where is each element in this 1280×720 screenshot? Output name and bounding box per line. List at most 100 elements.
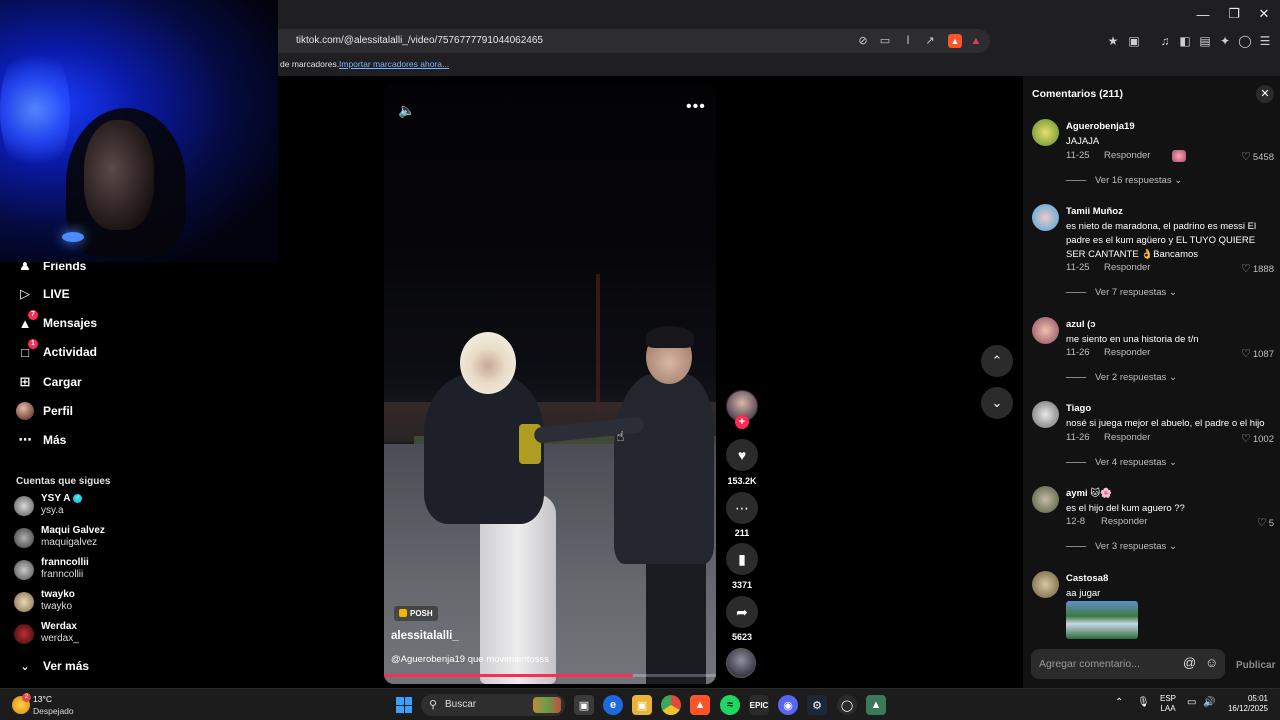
brave-icon[interactable]: ▲ — [690, 695, 710, 715]
view-replies-button[interactable]: Ver 2 respuestas ⌄ — [1066, 372, 1177, 383]
translate-icon[interactable]: ا — [901, 34, 915, 48]
comment-like-button[interactable]: ♡ 5 — [1257, 516, 1274, 529]
next-video-button[interactable]: ⌄ — [981, 387, 1013, 419]
comment-image[interactable] — [1066, 601, 1138, 639]
ai-assistant-icon[interactable]: ✦ — [1217, 33, 1233, 49]
menu-icon[interactable]: ☰ — [1257, 33, 1273, 49]
comment-user[interactable]: Tamii Muñoz — [1066, 206, 1123, 217]
following-account[interactable]: Maqui Galvez maquigalvez — [14, 524, 254, 552]
extensions-icon[interactable]: ★ — [1105, 33, 1121, 49]
minimize-button[interactable]: — — [1187, 0, 1219, 28]
reply-button[interactable]: Responder — [1104, 262, 1150, 273]
comment-like-button[interactable]: ♡ 1888 — [1241, 262, 1274, 275]
following-account[interactable]: franncollii franncollii — [14, 556, 254, 584]
brave-shield-icon[interactable]: ▲ — [948, 34, 962, 48]
microphone-icon[interactable]: 🎙 — [1137, 697, 1150, 708]
brave-rewards-icon[interactable]: ▲ — [969, 34, 983, 48]
restore-button[interactable]: ❐ — [1218, 0, 1250, 28]
avatar[interactable] — [1032, 204, 1059, 231]
network-icon[interactable]: ▭ — [1187, 697, 1196, 708]
following-account[interactable]: Werdax werdax_ — [14, 620, 254, 648]
no-translate-icon[interactable]: ⊘ — [856, 34, 870, 48]
close-window-button[interactable]: ✕ — [1248, 0, 1280, 28]
reply-button[interactable]: Responder — [1104, 347, 1150, 358]
comment-like-button[interactable]: ♡ 1087 — [1241, 347, 1274, 360]
url-box[interactable]: tiktok.com/@alessitalalli_/video/7576777… — [278, 29, 990, 53]
view-replies-button[interactable]: Ver 3 respuestas ⌄ — [1066, 541, 1177, 552]
comment-user[interactable]: Aguerobenja19 — [1066, 121, 1135, 132]
view-replies-button[interactable]: Ver 7 respuestas ⌄ — [1066, 287, 1177, 298]
video-author[interactable]: alessitalalli_ — [391, 630, 459, 642]
reply-button[interactable]: Responder — [1101, 516, 1147, 527]
cast-icon[interactable]: ▭ — [878, 34, 892, 48]
clock[interactable]: 05:01 16/12/2025 — [1224, 694, 1268, 714]
screenshot-icon[interactable]: ▣ — [1126, 33, 1142, 49]
following-account[interactable]: twayko twayko — [14, 588, 254, 616]
sidebar-item-profile[interactable]: Perfil — [16, 401, 73, 421]
reply-button[interactable]: Responder — [1104, 432, 1150, 443]
avatar[interactable] — [1032, 401, 1059, 428]
video-tag-badge[interactable]: POSH — [394, 606, 438, 621]
sidebar-item-live[interactable]: ▷ LIVE — [16, 284, 70, 304]
follow-plus-icon[interactable]: + — [735, 415, 749, 429]
like-button[interactable]: ♥ — [726, 439, 758, 471]
previous-video-button[interactable]: ⌃ — [981, 345, 1013, 377]
wallet-icon[interactable]: ▤ — [1197, 33, 1213, 49]
avatar[interactable] — [1032, 571, 1059, 598]
comment-button[interactable]: ⋯ — [726, 492, 758, 524]
comment-user[interactable]: Tiago — [1066, 403, 1091, 414]
avatar[interactable] — [1032, 119, 1059, 146]
comment-user[interactable]: azul (ɔ — [1066, 319, 1096, 330]
following-account[interactable]: YSY A ✓ ysy.a — [14, 492, 254, 520]
save-button[interactable]: ▮ — [726, 543, 758, 575]
discord-icon[interactable]: ◉ — [778, 695, 798, 715]
comment-user[interactable]: Castosa8 — [1066, 573, 1108, 584]
video-caption[interactable]: @Aguerobenja19 que movimientosss — [391, 654, 549, 665]
comment-input[interactable]: Agregar comentario... @ ☺ — [1031, 649, 1225, 679]
chrome-icon[interactable] — [661, 695, 681, 715]
import-bookmarks-link[interactable]: Importar marcadores ahora... — [339, 59, 449, 69]
volume-tray-icon[interactable]: 🔊 — [1203, 697, 1215, 708]
comment-like-button[interactable]: ♡ 1002 — [1241, 432, 1274, 445]
avatar[interactable] — [1032, 486, 1059, 513]
taskbar-search[interactable]: ⚲ Buscar — [421, 694, 565, 716]
app-icon[interactable]: ▲ — [866, 695, 886, 715]
spotify-icon[interactable]: ≈ — [720, 695, 740, 715]
sound-avatar[interactable] — [726, 648, 756, 678]
start-button[interactable] — [396, 697, 412, 713]
comment-like-button[interactable]: ♡ 5458 — [1241, 150, 1274, 163]
more-options-icon[interactable]: ••• — [686, 98, 706, 116]
video-progress-bar[interactable] — [384, 674, 716, 677]
language-indicator[interactable]: ESP LAA — [1160, 694, 1176, 714]
url-text[interactable]: tiktok.com/@alessitalalli_/video/7576777… — [296, 35, 543, 46]
sidebar-item-messages[interactable]: ▲ 7 Mensajes — [16, 310, 97, 333]
avatar[interactable] — [1032, 317, 1059, 344]
tray-chevron-up-icon[interactable]: ⌃ — [1115, 697, 1123, 708]
share-icon[interactable]: ↗ — [923, 34, 937, 48]
weather-desc[interactable]: Despejado — [33, 706, 74, 716]
mention-icon[interactable]: @ — [1183, 655, 1196, 670]
volume-icon[interactable]: 🔈 — [398, 102, 415, 119]
vpn-icon[interactable]: ◯ — [1237, 33, 1253, 49]
task-view-icon[interactable]: ▣ — [574, 695, 594, 715]
weather-temp[interactable]: 13°C — [33, 694, 52, 704]
obs-icon[interactable]: ◯ — [837, 695, 857, 715]
sidebar-item-more[interactable]: ⋯ Más — [16, 430, 67, 450]
video-player[interactable] — [384, 84, 716, 684]
steam-icon[interactable]: ⚙ — [807, 695, 827, 715]
publish-button[interactable]: Publicar — [1236, 660, 1275, 671]
view-replies-button[interactable]: Ver 16 respuestas ⌄ — [1066, 175, 1182, 186]
file-explorer-icon[interactable]: ▣ — [632, 695, 652, 715]
share-button[interactable]: ➦ — [726, 596, 758, 628]
sidebar-toggle-icon[interactable]: ◧ — [1177, 33, 1193, 49]
close-comments-button[interactable]: ✕ — [1256, 85, 1274, 103]
epic-games-icon[interactable]: EPIC — [749, 695, 769, 715]
see-more-button[interactable]: ⌄ Ver más — [16, 656, 89, 676]
edge-icon[interactable]: e — [603, 695, 623, 715]
music-icon[interactable]: ♫ — [1157, 33, 1173, 49]
emoji-icon[interactable]: ☺ — [1205, 655, 1218, 670]
view-replies-button[interactable]: Ver 4 respuestas ⌄ — [1066, 457, 1177, 468]
reply-button[interactable]: Responder — [1104, 150, 1150, 161]
comment-user[interactable]: aymi 🐱🌸 — [1066, 488, 1112, 499]
sidebar-item-activity[interactable]: □ 1 Actividad — [16, 339, 97, 362]
